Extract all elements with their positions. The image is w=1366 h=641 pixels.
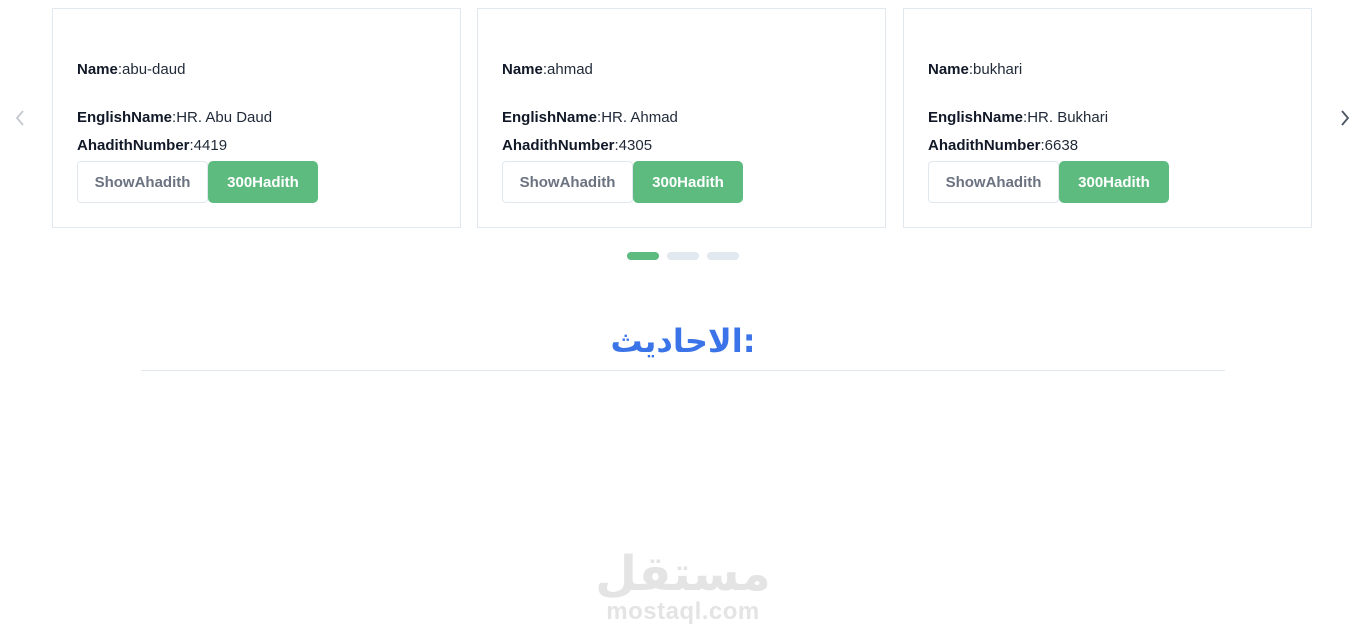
name-value: :ahmad [542,61,593,78]
name-label: Name [77,61,118,78]
ahadith-section-title: :الاحاديث [610,322,756,360]
300-hadith-button[interactable]: 300Hadith [633,161,743,203]
name-value: :bukhari [968,61,1023,78]
english-name-value: :HR. Ahmad [597,109,678,126]
card-name-row: Name:bukhari [928,61,1022,78]
english-name-label: EnglishName [77,109,173,126]
name-label: Name [502,61,543,78]
300-hadith-button[interactable]: 300Hadith [1059,161,1169,203]
chevron-left-icon [15,110,24,126]
english-name-label: EnglishName [502,109,598,126]
carousel-prev-button[interactable] [6,104,34,132]
chevron-right-icon [1341,110,1350,126]
ahadith-number-label: AhadithNumber [502,137,615,154]
ahadith-number-value: :6638 [1040,137,1079,154]
card-name-row: Name:abu-daud [77,61,185,78]
english-name-value: :HR. Abu Daud [172,109,273,126]
carousel-next-button[interactable] [1331,104,1359,132]
300-hadith-button[interactable]: 300Hadith [208,161,318,203]
ahadith-number-label: AhadithNumber [77,137,190,154]
card-number-row: AhadithNumber:6638 [928,137,1078,154]
watermark-latin: mostaql.com [606,598,760,625]
card-number-row: AhadithNumber:4419 [77,137,227,154]
name-value: :abu-daud [117,61,186,78]
watermark-arabic: مستقل [595,546,771,602]
pagination-dot[interactable] [707,252,739,260]
book-card: Name:bukhari EnglishName:HR. Bukhari Aha… [903,8,1312,228]
ahadith-number-value: :4419 [189,137,228,154]
section-divider [141,370,1225,371]
show-ahadith-button[interactable]: ShowAhadith [502,161,633,203]
english-name-value: :HR. Bukhari [1023,109,1109,126]
mostaql-watermark: مستقل mostaql.com [590,548,776,624]
ahadith-number-label: AhadithNumber [928,137,1041,154]
book-card: Name:abu-daud EnglishName:HR. Abu Daud A… [52,8,461,228]
card-english-row: EnglishName:HR. Abu Daud [77,109,272,126]
card-number-row: AhadithNumber:4305 [502,137,652,154]
name-label: Name [928,61,969,78]
ahadith-number-value: :4305 [614,137,653,154]
carousel-pagination [627,252,739,260]
book-card: Name:ahmad EnglishName:HR. Ahmad Ahadith… [477,8,886,228]
books-carousel: Name:abu-daud EnglishName:HR. Abu Daud A… [0,0,1366,270]
pagination-dot[interactable] [627,252,659,260]
card-english-row: EnglishName:HR. Ahmad [502,109,678,126]
show-ahadith-button[interactable]: ShowAhadith [928,161,1059,203]
show-ahadith-button[interactable]: ShowAhadith [77,161,208,203]
card-name-row: Name:ahmad [502,61,593,78]
pagination-dot[interactable] [667,252,699,260]
card-english-row: EnglishName:HR. Bukhari [928,109,1108,126]
english-name-label: EnglishName [928,109,1024,126]
